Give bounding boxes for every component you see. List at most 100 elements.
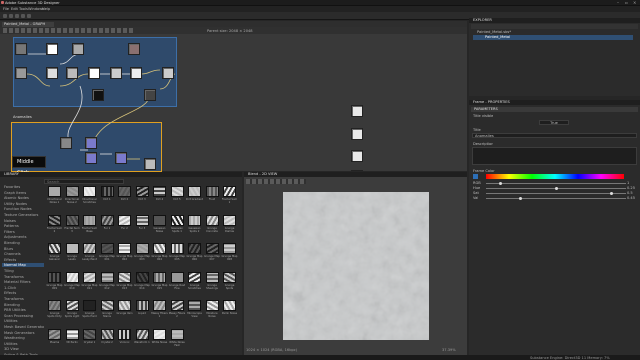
- library-thumbnail[interactable]: [135, 300, 149, 311]
- graph-node[interactable]: [88, 67, 100, 79]
- library-thumbnail[interactable]: [205, 300, 219, 311]
- library-category[interactable]: Normal Map: [2, 263, 44, 268]
- library-category[interactable]: Texture Generators: [2, 213, 44, 217]
- library-thumbnail[interactable]: [65, 186, 79, 197]
- library-thumbnail[interactable]: [83, 271, 96, 283]
- library-thumbnail[interactable]: [205, 243, 219, 254]
- graph-node[interactable]: [15, 67, 27, 79]
- graph-node[interactable]: [144, 89, 156, 101]
- library-thumbnail[interactable]: [223, 300, 236, 311]
- library-category[interactable]: Atomic Nodes: [2, 196, 44, 200]
- library-thumbnail[interactable]: [223, 214, 236, 226]
- new-icon[interactable]: [3, 13, 7, 18]
- library-category[interactable]: Blending: [2, 303, 44, 307]
- library-thumbnail[interactable]: [118, 271, 131, 283]
- menu-file[interactable]: File: [3, 7, 9, 11]
- library-thumbnail[interactable]: [135, 328, 149, 340]
- output-node[interactable]: [351, 128, 363, 140]
- 2d-view-toolbar[interactable]: [246, 179, 306, 184]
- library-thumbnail[interactable]: [100, 186, 114, 197]
- library-thumbnail[interactable]: [153, 214, 166, 226]
- library-category[interactable]: Graph Items: [2, 191, 44, 195]
- hue-gradient[interactable]: [486, 174, 624, 179]
- library-category[interactable]: Transforms: [2, 297, 44, 301]
- library-thumbnail[interactable]: [135, 186, 149, 197]
- library-category[interactable]: Utility Nodes: [2, 202, 44, 206]
- library-category[interactable]: PBR Utilities: [2, 308, 44, 312]
- graph-node[interactable]: [46, 43, 58, 55]
- rgb-slider[interactable]: [486, 183, 626, 184]
- library-thumbnail[interactable]: [223, 271, 236, 283]
- library-thumbnail[interactable]: [48, 186, 61, 197]
- explorer-graph-row[interactable]: Painted_Metal: [473, 35, 633, 40]
- library-thumbnail[interactable]: [65, 328, 79, 340]
- library-thumbnail[interactable]: [170, 300, 184, 311]
- library-thumbnail[interactable]: [205, 271, 219, 283]
- library-category[interactable]: Patterns: [2, 224, 44, 228]
- library-thumbnail[interactable]: [48, 300, 61, 311]
- graph-node[interactable]: [110, 67, 122, 79]
- maximize-icon[interactable]: ▫: [625, 1, 628, 5]
- library-thumbnail[interactable]: [223, 243, 236, 254]
- menu-help[interactable]: Help: [42, 7, 50, 11]
- graph-node[interactable]: [144, 158, 156, 170]
- library-category[interactable]: Utilities: [2, 319, 44, 323]
- library-thumbnail[interactable]: [65, 271, 79, 283]
- library-search-input[interactable]: Search: [44, 179, 124, 184]
- title-field[interactable]: Anomalies: [472, 133, 637, 138]
- output-node[interactable]: [351, 105, 363, 117]
- library-thumbnail[interactable]: [118, 243, 131, 254]
- library-thumbnail[interactable]: [65, 243, 79, 254]
- library-thumbnail[interactable]: [205, 186, 219, 197]
- library-thumbnail[interactable]: [118, 214, 131, 226]
- graph-node[interactable]: [46, 67, 58, 79]
- graph-node[interactable]: [130, 67, 142, 79]
- library-thumbnail[interactable]: [65, 300, 79, 311]
- output-node[interactable]: [351, 150, 363, 162]
- library-category[interactable]: Function Nodes: [2, 207, 44, 211]
- explorer-package[interactable]: Painted_Metal.sbs*: [477, 30, 511, 34]
- library-category[interactable]: Favorites: [2, 185, 44, 189]
- parameters-section[interactable]: PARAMETERS: [471, 107, 638, 112]
- library-category[interactable]: Noises: [2, 219, 44, 223]
- description-field[interactable]: [472, 147, 637, 165]
- val-slider-handle[interactable]: [519, 197, 522, 200]
- library-category[interactable]: 1-Click: [2, 286, 44, 290]
- undo-icon[interactable]: [21, 13, 25, 18]
- val-slider[interactable]: [486, 198, 626, 199]
- library-thumbnail[interactable]: [135, 214, 149, 226]
- library-thumbnail[interactable]: [83, 243, 96, 254]
- graph-node[interactable]: [85, 137, 97, 149]
- minimize-icon[interactable]: –: [617, 1, 619, 5]
- library-thumbnail[interactable]: [188, 186, 201, 197]
- library-category[interactable]: Effects: [2, 291, 44, 295]
- graph-node[interactable]: [92, 89, 104, 101]
- graph-node[interactable]: [85, 152, 97, 164]
- library-thumbnail[interactable]: [188, 271, 201, 283]
- library-thumbnail[interactable]: [170, 328, 184, 340]
- library-thumbnail[interactable]: [170, 186, 184, 197]
- 2d-view-zoom[interactable]: 37.39%: [442, 348, 456, 352]
- library-thumbnail[interactable]: [135, 271, 149, 283]
- library-thumbnail[interactable]: [153, 243, 166, 254]
- menu-edit[interactable]: Edit: [11, 7, 18, 11]
- library-thumbnail[interactable]: [170, 214, 184, 226]
- rgb-slider-handle[interactable]: [499, 182, 502, 185]
- graph-node[interactable]: [15, 43, 27, 55]
- graph-node[interactable]: [115, 152, 127, 164]
- library-category[interactable]: Filters: [2, 230, 44, 234]
- sat-slider[interactable]: [486, 193, 626, 194]
- library-thumbnail[interactable]: [153, 328, 166, 340]
- library-category[interactable]: Material Filters: [2, 280, 44, 284]
- library-thumbnail[interactable]: [188, 300, 201, 311]
- library-thumbnail[interactable]: [118, 300, 131, 311]
- library-category[interactable]: Tiling: [2, 269, 44, 273]
- title-visible-toggle[interactable]: True: [539, 120, 569, 125]
- library-thumbnail[interactable]: [205, 214, 219, 226]
- library-thumbnail[interactable]: [153, 271, 166, 283]
- library-thumbnail[interactable]: [48, 271, 61, 283]
- graph-node[interactable]: [128, 43, 140, 55]
- library-thumbnail[interactable]: [170, 271, 184, 283]
- library-thumbnail[interactable]: [118, 186, 131, 197]
- graph-canvas[interactable]: Anomalies: [0, 34, 467, 172]
